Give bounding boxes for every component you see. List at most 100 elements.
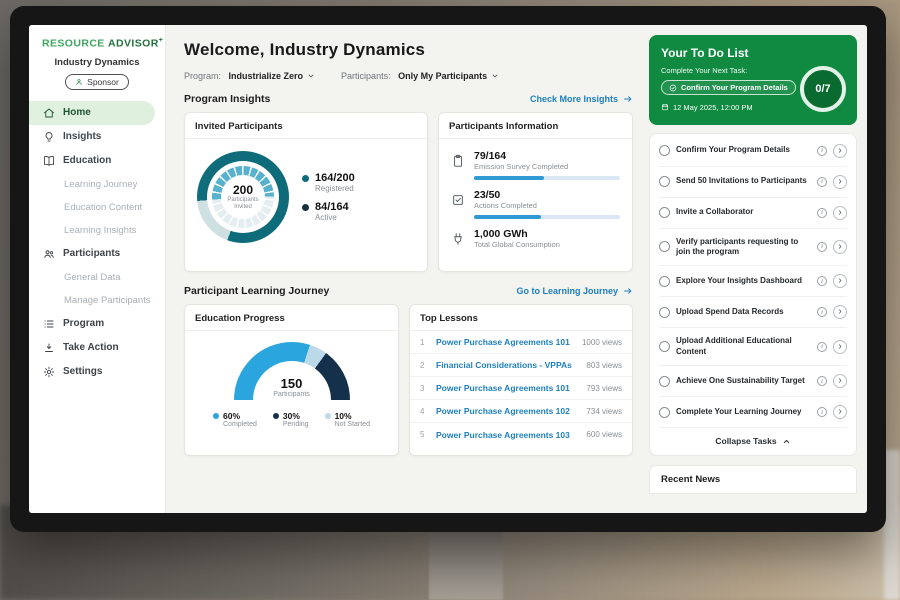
legend-dot: [302, 175, 309, 182]
invited-participants-card: Invited Participants 200 Participants In…: [184, 112, 428, 272]
sidebar-item-education[interactable]: Education: [29, 149, 165, 173]
chevron-right-icon[interactable]: ›: [833, 175, 847, 189]
book-icon: [43, 155, 55, 167]
app-window: RESOURCE ADVISOR+ Industry Dynamics Spon…: [29, 25, 867, 513]
info-icon[interactable]: i: [817, 307, 827, 317]
gauge-legend: 60% Completed 30% Pending 10% Not Starte…: [185, 411, 398, 428]
logo-resource: RESOURCE: [42, 38, 105, 50]
person-icon: [75, 78, 83, 86]
task-checkbox[interactable]: [659, 145, 670, 156]
task-row-send-invitations[interactable]: Send 50 Invitations to Participants i ›: [659, 167, 847, 198]
info-icon[interactable]: i: [817, 376, 827, 386]
donut-center-label: Participants Invited: [226, 197, 260, 211]
arrow-right-icon: [623, 286, 633, 296]
lightbulb-icon: [43, 131, 55, 143]
donut-center-value: 200: [233, 183, 253, 197]
sidebar-item-home[interactable]: Home: [29, 101, 155, 125]
task-checkbox[interactable]: [659, 376, 670, 387]
task-row-explore-insights[interactable]: Explore Your Insights Dashboard i ›: [659, 266, 847, 297]
lesson-row: 5 Power Purchase Agreements 103 600 view…: [410, 423, 632, 446]
sidebar-item-manage-participants[interactable]: Manage Participants: [29, 289, 165, 312]
chevron-right-icon[interactable]: ›: [833, 206, 847, 220]
lesson-row: 1 Power Purchase Agreements 101 1000 vie…: [410, 331, 632, 354]
participants-filter-dropdown[interactable]: Only My Participants: [398, 71, 499, 81]
survey-icon: [451, 154, 466, 168]
lesson-link[interactable]: Financial Considerations - VPPAs: [436, 360, 578, 370]
sidebar-item-take-action[interactable]: Take Action: [29, 336, 165, 360]
program-insights-title: Program Insights: [184, 93, 270, 105]
legend-dot: [325, 413, 331, 419]
lesson-link[interactable]: Power Purchase Agreements 101: [436, 337, 574, 347]
chevron-right-icon[interactable]: ›: [833, 144, 847, 158]
legend-dot: [302, 204, 309, 211]
background: RESOURCE ADVISOR+ Industry Dynamics Spon…: [0, 0, 900, 600]
task-row-verify-participants[interactable]: Verify participants requesting to join t…: [659, 229, 847, 267]
task-checkbox[interactable]: [659, 176, 670, 187]
lesson-link[interactable]: Power Purchase Agreements 103: [436, 430, 578, 440]
task-row-upload-spend-data[interactable]: Upload Spend Data Records i ›: [659, 297, 847, 328]
task-checkbox[interactable]: [659, 241, 670, 252]
task-row-complete-learning-journey[interactable]: Complete Your Learning Journey i ›: [659, 397, 847, 428]
sidebar-item-program[interactable]: Program: [29, 312, 165, 336]
legend-not-started: 10% Not Started: [325, 411, 370, 428]
task-row-achieve-target[interactable]: Achieve One Sustainability Target i ›: [659, 366, 847, 397]
info-icon[interactable]: i: [817, 208, 827, 218]
education-progress-gauge: 150 Participants: [234, 342, 350, 400]
logo-advisor: ADVISOR: [108, 38, 159, 50]
legend-completed: 60% Completed: [213, 411, 257, 428]
task-checkbox[interactable]: [659, 207, 670, 218]
gauge-center-value: 150: [281, 376, 303, 391]
lesson-link[interactable]: Power Purchase Agreements 101: [436, 383, 578, 393]
collapse-tasks-button[interactable]: Collapse Tasks: [659, 428, 847, 453]
go-to-learning-journey-link[interactable]: Go to Learning Journey: [516, 286, 633, 296]
chevron-right-icon[interactable]: ›: [833, 405, 847, 419]
background-edge: [884, 450, 900, 600]
chevron-right-icon[interactable]: ›: [833, 274, 847, 288]
sidebar: RESOURCE ADVISOR+ Industry Dynamics Spon…: [29, 25, 166, 513]
chevron-right-icon[interactable]: ›: [833, 340, 847, 354]
sidebar-nav: Home Insights Education Learning Journey…: [29, 101, 165, 384]
chevron-right-icon[interactable]: ›: [833, 305, 847, 319]
program-filter-dropdown[interactable]: Industrialize Zero: [229, 71, 316, 81]
info-icon[interactable]: i: [817, 146, 827, 156]
task-checkbox[interactable]: [659, 307, 670, 318]
sidebar-item-education-content[interactable]: Education Content: [29, 196, 165, 219]
info-icon[interactable]: i: [817, 276, 827, 286]
todo-summary-card: Your To Do List Complete Your Next Task:…: [649, 35, 857, 125]
chevron-right-icon[interactable]: ›: [833, 374, 847, 388]
task-checkbox[interactable]: [659, 341, 670, 352]
task-checkbox[interactable]: [659, 407, 670, 418]
info-icon[interactable]: i: [817, 177, 827, 187]
card-title: Invited Participants: [185, 113, 427, 139]
progress-bar-survey: [474, 176, 620, 180]
task-row-upload-educational-content[interactable]: Upload Additional Educational Content i …: [659, 328, 847, 366]
sidebar-item-learning-insights[interactable]: Learning Insights: [29, 219, 165, 242]
info-icon[interactable]: i: [817, 407, 827, 417]
arrow-right-icon: [623, 94, 633, 104]
sidebar-item-participants[interactable]: Participants: [29, 242, 165, 266]
org-name: Industry Dynamics: [29, 57, 165, 68]
todo-title: Your To Do List: [661, 46, 845, 60]
task-list-card: Confirm Your Program Details i › Send 50…: [649, 133, 857, 457]
info-icon[interactable]: i: [817, 242, 827, 252]
legend-active: 84/164 Active: [302, 201, 355, 222]
legend-pending: 30% Pending: [273, 411, 309, 428]
info-icon[interactable]: i: [817, 342, 827, 352]
people-icon: [43, 248, 55, 260]
task-checkbox[interactable]: [659, 276, 670, 287]
card-title: Participants Information: [439, 113, 632, 139]
check-more-insights-link[interactable]: Check More Insights: [530, 94, 633, 104]
chevron-right-icon[interactable]: ›: [833, 240, 847, 254]
sidebar-item-learning-journey[interactable]: Learning Journey: [29, 173, 165, 196]
sidebar-item-insights[interactable]: Insights: [29, 125, 165, 149]
chevron-up-icon: [782, 437, 791, 446]
filter-bar: Program: Industrialize Zero Participants…: [184, 71, 633, 81]
check-circle-icon: [669, 84, 677, 92]
sidebar-item-settings[interactable]: Settings: [29, 360, 165, 384]
recent-news-header[interactable]: Recent News: [649, 465, 857, 494]
download-icon: [43, 342, 55, 354]
task-row-invite-collaborator[interactable]: Invite a Collaborator i ›: [659, 198, 847, 229]
task-row-confirm-program[interactable]: Confirm Your Program Details i ›: [659, 136, 847, 167]
lesson-link[interactable]: Power Purchase Agreements 102: [436, 406, 578, 416]
sidebar-item-general-data[interactable]: General Data: [29, 266, 165, 289]
